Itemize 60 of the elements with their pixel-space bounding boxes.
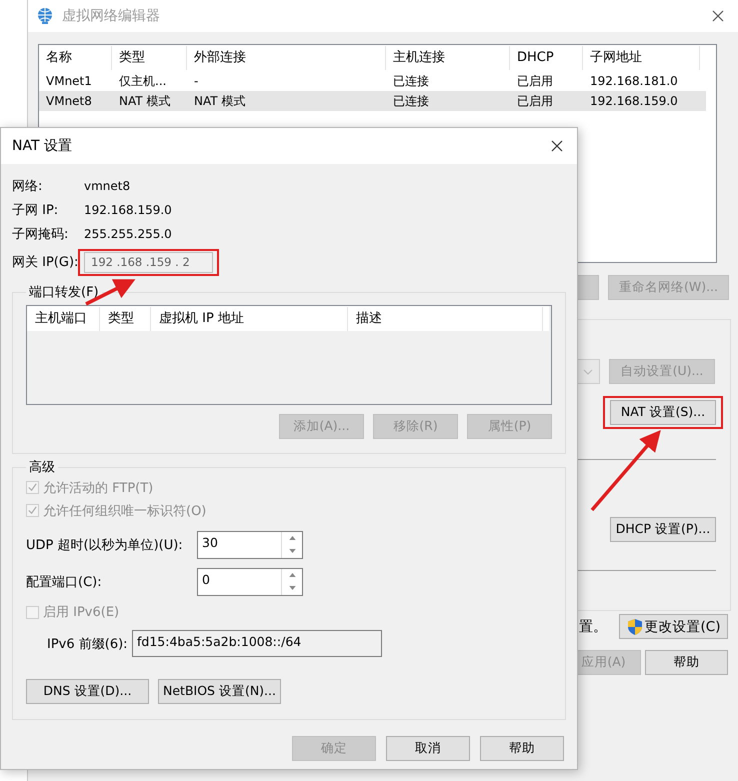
field-value: 255.255.255.0 bbox=[84, 227, 172, 241]
ipv6-prefix-field[interactable]: fd15:4ba5:5a2b:1008::/64 bbox=[132, 630, 382, 657]
settings-button[interactable]: NetBIOS 设置(N)... bbox=[158, 679, 281, 704]
help-button[interactable]: 帮助 bbox=[645, 650, 728, 675]
window-title: 虚拟网络编辑器 bbox=[62, 7, 161, 25]
dialog-button[interactable]: 取消 bbox=[386, 736, 470, 761]
table-cell-text: VMnet8 bbox=[45, 94, 93, 108]
column-header[interactable]: 名称 bbox=[39, 46, 112, 70]
dialog-title: NAT 设置 bbox=[12, 137, 72, 155]
table-cell-text: 已启用 bbox=[516, 72, 554, 90]
table-cell-text: NAT 模式 bbox=[193, 92, 246, 110]
shield-icon bbox=[626, 618, 643, 636]
field-label: 子网掩码: bbox=[12, 226, 70, 243]
field-value: vmnet8 bbox=[84, 179, 130, 193]
down-triangle-icon bbox=[288, 586, 296, 590]
field-value: 192.168.159.0 bbox=[84, 203, 172, 217]
table-cell-text: - bbox=[193, 74, 200, 88]
column-header[interactable]: 类型 bbox=[100, 306, 151, 330]
up-triangle-icon bbox=[288, 573, 296, 577]
network-row[interactable]: VMnet1 仅主机... - 已连接 已启用 192.168.181.0 bbox=[39, 71, 706, 91]
table-cell-text: 已连接 bbox=[392, 72, 430, 90]
checkbox-label: 允许任何组织唯一标识符(O) bbox=[43, 502, 206, 520]
column-header[interactable]: 主机连接 bbox=[386, 46, 510, 70]
column-header[interactable]: 虚拟机 IP 地址 bbox=[151, 306, 348, 330]
field-label: 配置端口(C): bbox=[26, 574, 103, 590]
column-header[interactable]: 描述 bbox=[348, 306, 543, 330]
globe-icon bbox=[36, 7, 54, 25]
column-header[interactable]: 主机端口 bbox=[27, 306, 100, 330]
group-title: 端口转发(F) bbox=[28, 284, 100, 301]
table-cell-text: VMnet1 bbox=[45, 74, 93, 88]
network-row[interactable]: VMnet8 NAT 模式 NAT 模式 已连接 已启用 192.168.159.0 bbox=[39, 91, 706, 111]
dhcp-settings-button[interactable]: DHCP 设置(P)... bbox=[610, 517, 716, 542]
table-cell-text: 已连接 bbox=[392, 92, 430, 110]
checkbox-label: 允许活动的 FTP(T) bbox=[43, 480, 154, 496]
group-title: 高级 bbox=[28, 459, 56, 476]
settings-button[interactable]: DNS 设置(D)... bbox=[26, 679, 149, 704]
field-label: 子网 IP: bbox=[12, 202, 60, 219]
number-field[interactable]: 30 bbox=[197, 530, 303, 558]
up-triangle-icon bbox=[288, 536, 296, 540]
nat-settings-button[interactable]: NAT 设置(S)... bbox=[610, 400, 716, 425]
table-cell-text: 仅主机... bbox=[118, 72, 168, 90]
chevron-icon bbox=[583, 368, 593, 374]
checkbox-label: 启用 IPv6(E) bbox=[43, 604, 120, 621]
field-label: 网关 IP(G): bbox=[12, 254, 80, 271]
dialog-button[interactable]: 帮助 bbox=[480, 736, 564, 761]
field-label: UDP 超时(以秒为单位)(U): bbox=[26, 536, 184, 554]
number-field[interactable]: 0 bbox=[197, 568, 303, 596]
table-cell-text: 192.168.159.0 bbox=[589, 94, 679, 108]
field-label: 网络: bbox=[12, 178, 44, 195]
column-header[interactable]: DHCP bbox=[510, 46, 583, 70]
notice-text: 置。 bbox=[578, 618, 607, 636]
field-label: IPv6 前缀(6): bbox=[47, 636, 129, 652]
table-cell-text: 已启用 bbox=[516, 92, 554, 110]
change-settings-button[interactable]: 更改设置(C) bbox=[619, 614, 728, 639]
column-header[interactable]: 子网地址 bbox=[583, 46, 700, 70]
column-header[interactable]: 外部连接 bbox=[187, 46, 386, 70]
table-cell-text: 192.168.181.0 bbox=[589, 74, 679, 88]
table-cell-text: NAT 模式 bbox=[118, 92, 172, 110]
column-header[interactable]: 类型 bbox=[112, 46, 187, 70]
down-triangle-icon bbox=[288, 549, 296, 553]
